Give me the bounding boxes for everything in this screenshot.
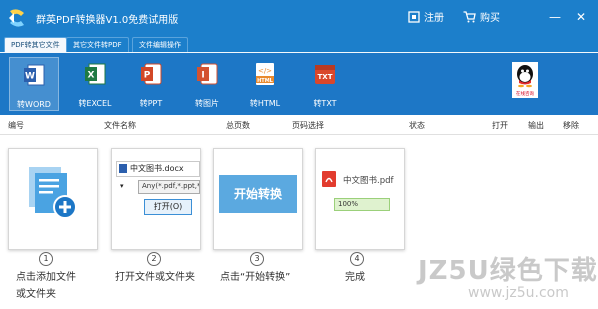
to-html-label: 转HTML <box>249 99 281 108</box>
title-bar: 群英PDF转换器V1.0免费试用版 注册 购买 — ✕ <box>0 0 598 36</box>
to-html-button[interactable]: </> HTML 转HTML <box>241 57 289 109</box>
to-word-button[interactable]: W 转WORD <box>9 57 59 111</box>
step-1-label-line2: 或文件夹 <box>16 289 56 300</box>
close-button[interactable]: ✕ <box>574 10 588 24</box>
step-3-label: 点击“开始转换” <box>220 272 291 283</box>
watermark-brand: JZ5U绿色下载 <box>418 256 598 286</box>
qq-label: 在线咨询 <box>516 90 534 97</box>
start-convert-button[interactable]: 开始转换 <box>219 175 297 213</box>
column-status: 状态 <box>409 121 425 130</box>
app-title: 群英PDF转换器V1.0免费试用版 <box>36 15 179 26</box>
step-2-label: 打开文件或文件夹 <box>115 272 195 283</box>
column-number: 编号 <box>8 121 24 130</box>
add-file-icon <box>29 167 77 219</box>
step-3-number: 3 <box>250 252 264 266</box>
step-2-number: 2 <box>147 252 161 266</box>
qq-penguin-icon: 在线咨询 <box>512 62 538 98</box>
image-icon: I <box>197 63 218 85</box>
buy-button[interactable]: 购买 <box>463 9 500 24</box>
image-icon-text: I <box>201 71 204 81</box>
tab-file-edit[interactable]: 文件编辑操作 <box>132 37 188 53</box>
to-txt-button[interactable]: TXT 转TXT <box>301 57 349 109</box>
tab-bar: PDF转其它文件 其它文件转PDF 文件编辑操作 <box>0 36 598 53</box>
step-4-label: 完成 <box>345 272 365 283</box>
to-word-label: 转WORD <box>17 100 51 109</box>
txt-icon: TXT <box>315 65 335 84</box>
app-logo-icon <box>9 9 24 27</box>
register-icon <box>408 10 420 23</box>
to-ppt-label: 转PPT <box>139 99 163 108</box>
to-image-label: 转图片 <box>195 99 219 108</box>
file-type-filter: Any(*.pdf,*.ppt,* <box>138 180 200 194</box>
ppt-icon: P <box>141 63 162 85</box>
ppt-icon-text: P <box>144 71 151 81</box>
word-icon-text: W <box>25 72 35 82</box>
file-name-row: 中文图书.docx <box>116 161 200 177</box>
svg-text:</>: </> <box>258 67 272 75</box>
pdf-file-icon <box>322 171 336 187</box>
conversion-toolbar: W 转WORD X 转EXCEL P 转PPT I 转图片 </> HTML 转… <box>0 52 598 115</box>
column-page-select: 页码选择 <box>292 121 324 130</box>
step-4-number: 4 <box>350 252 364 266</box>
column-remove: 移除 <box>563 121 579 130</box>
progress-bar: 100% <box>334 198 390 211</box>
step-1-label-line1: 点击添加文件 <box>16 272 76 283</box>
step-complete-card: 中文图书.pdf 100% <box>315 148 405 250</box>
dialog-open-button: 打开(O) <box>144 199 192 215</box>
txt-icon-text: TXT <box>318 73 333 81</box>
column-file-name: 文件名称 <box>104 121 136 130</box>
register-button[interactable]: 注册 <box>408 9 444 24</box>
column-open: 打开 <box>492 121 508 130</box>
progress-text: 100% <box>338 200 359 208</box>
step-1-number: 1 <box>39 252 53 266</box>
to-excel-label: 转EXCEL <box>78 99 112 108</box>
word-icon: W <box>24 64 45 86</box>
html-icon: </> HTML <box>256 63 274 85</box>
doc-file-icon <box>119 164 127 173</box>
to-ppt-button[interactable]: P 转PPT <box>127 57 175 109</box>
excel-icon: X <box>85 63 106 85</box>
column-output: 输出 <box>528 121 544 130</box>
filter-arrow-icon: ▾ <box>120 182 124 190</box>
minimize-button[interactable]: — <box>548 10 562 24</box>
file-table-header: 编号 文件名称 总页数 页码选择 状态 打开 输出 移除 <box>0 116 598 135</box>
tab-pdf-to-other[interactable]: PDF转其它文件 <box>4 37 67 53</box>
open-dialog-file-name: 中文图书.docx <box>130 164 184 173</box>
online-consult-button[interactable]: 在线咨询 <box>512 62 538 98</box>
buy-label: 购买 <box>480 13 500 24</box>
to-excel-button[interactable]: X 转EXCEL <box>71 57 119 109</box>
to-txt-label: 转TXT <box>313 99 337 108</box>
to-image-button[interactable]: I 转图片 <box>183 57 231 109</box>
cart-icon <box>463 10 476 22</box>
step-start-convert-card: 开始转换 <box>213 148 303 250</box>
excel-icon-text: X <box>88 71 95 81</box>
register-label: 注册 <box>424 13 444 24</box>
complete-file-name: 中文图书.pdf <box>343 176 394 186</box>
html-icon-text: HTML <box>257 78 274 84</box>
step-open-file-card: 中文图书.docx ▾ Any(*.pdf,*.ppt,* 打开(O) <box>111 148 201 250</box>
watermark-url: www.jz5u.com <box>468 285 569 301</box>
column-total-pages: 总页数 <box>226 121 250 130</box>
file-type-filter-text: Any(*.pdf,*.ppt,* <box>142 182 200 190</box>
step-add-files-card[interactable] <box>8 148 98 250</box>
tab-other-to-pdf[interactable]: 其它文件转PDF <box>66 37 129 53</box>
